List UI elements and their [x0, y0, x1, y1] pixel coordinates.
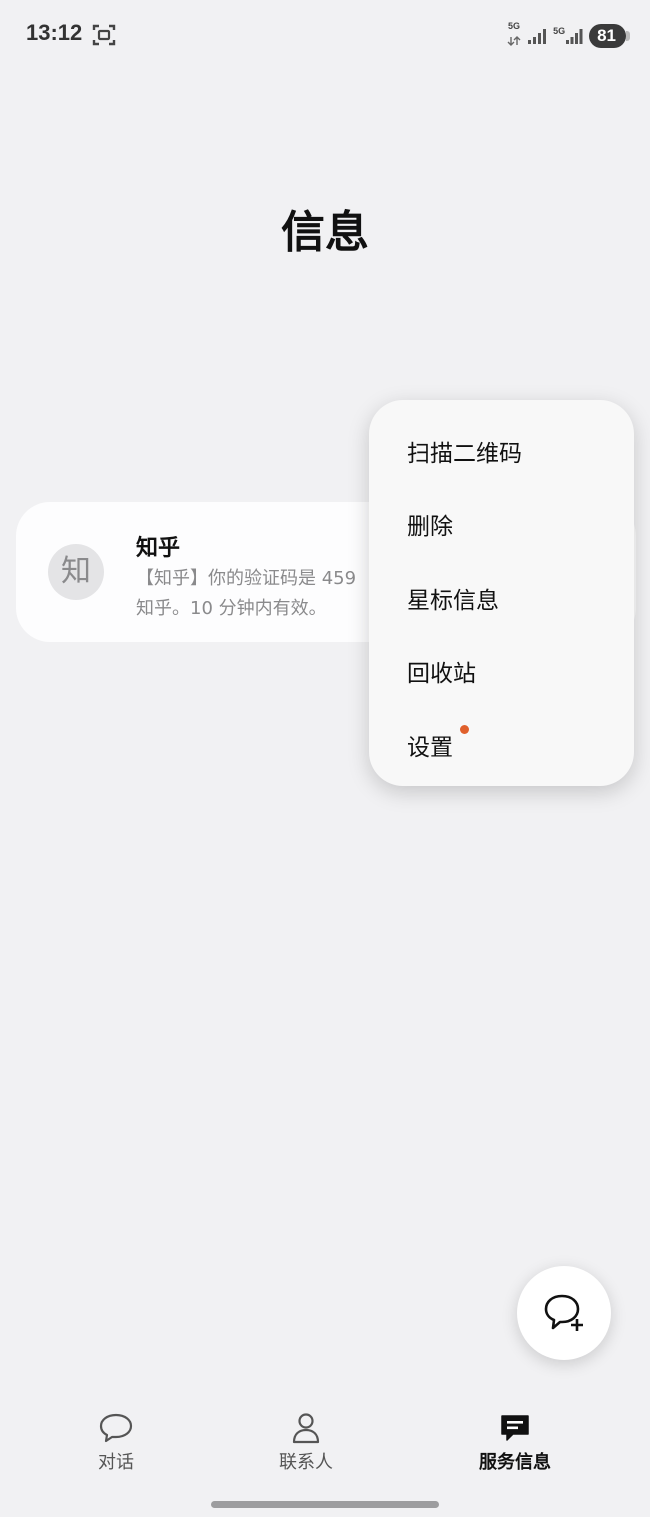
network-indicator-2: 5G	[553, 27, 583, 45]
tab-service-messages[interactable]: 服务信息	[435, 1412, 595, 1474]
avatar: 知	[48, 544, 104, 600]
tab-label-service-messages: 服务信息	[479, 1452, 551, 1473]
page-title: 信息	[281, 207, 369, 258]
home-indicator[interactable]	[211, 1501, 439, 1508]
tab-contacts[interactable]: 联系人	[226, 1412, 386, 1474]
menu-item-starred[interactable]: 星标信息	[407, 581, 499, 615]
person-icon	[292, 1413, 320, 1444]
status-bar: 13:12 5G 5G 81	[0, 0, 650, 70]
tab-conversations[interactable]: 对话	[36, 1412, 196, 1474]
bottom-nav: 对话 联系人 服务信息	[0, 1400, 650, 1517]
menu-item-recycle-bin[interactable]: 回收站	[407, 654, 476, 688]
service-message-icon	[501, 1415, 529, 1441]
overflow-menu: 扫描二维码 删除 星标信息 回收站 设置	[369, 400, 634, 786]
message-sender: 知乎	[136, 536, 181, 561]
menu-item-settings[interactable]: 设置	[407, 728, 453, 762]
chat-bubble-icon	[99, 1413, 133, 1443]
status-indicators: 5G 5G 81	[507, 22, 630, 50]
data-arrows-icon	[507, 36, 521, 46]
network-label-1: 5G	[508, 21, 521, 31]
signal-icon-1	[528, 29, 547, 44]
new-message-button[interactable]	[517, 1266, 611, 1360]
notification-dot	[460, 725, 469, 734]
menu-item-scan-qr[interactable]: 扫描二维码	[407, 434, 522, 468]
new-message-icon	[544, 1294, 583, 1331]
status-time: 13:12	[26, 20, 83, 45]
tab-label-contacts: 联系人	[279, 1452, 333, 1473]
screen-capture-icon	[92, 24, 116, 46]
network-indicator-1: 5G	[507, 22, 521, 50]
tab-label-conversations: 对话	[98, 1452, 134, 1473]
signal-icon-2	[566, 29, 583, 44]
battery-indicator: 81	[589, 24, 630, 48]
network-label-2: 5G	[553, 26, 566, 36]
menu-item-delete[interactable]: 删除	[407, 507, 453, 541]
